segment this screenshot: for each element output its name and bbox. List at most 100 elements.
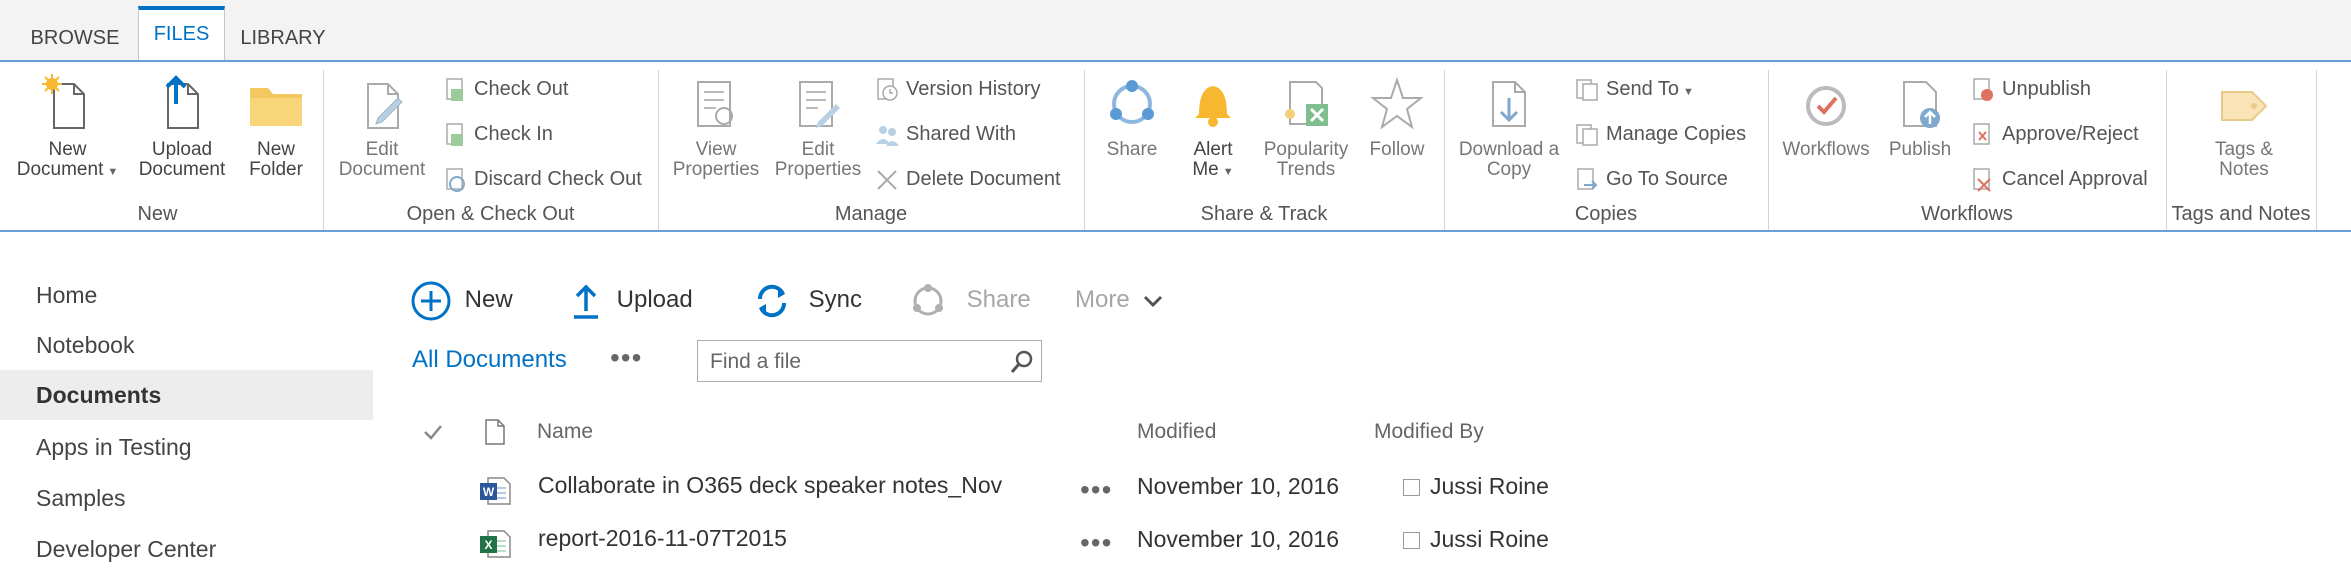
alert-me-button[interactable]: Alert Me ▼ [1178,74,1248,182]
row-ellipsis-menu[interactable]: ••• [1080,527,1112,559]
search-box [697,340,1042,382]
view-properties-label-2: Properties [672,159,760,180]
workflows-button[interactable]: Workflows [1776,74,1876,160]
unpublish-icon [1973,77,1993,101]
tags-notes-label-1: Tags & [2214,139,2274,160]
view-properties-icon [697,81,733,127]
manage-copies-label: Manage Copies [1606,123,1747,145]
tab-browse[interactable]: BROWSE [20,8,130,60]
chevron-down-icon: ▼ [1683,86,1694,98]
version-history-label: Version History [906,78,1041,100]
check-in-icon [446,122,463,146]
tags-notes-label-2: Notes [2219,159,2269,180]
check-out-icon [446,77,463,101]
upload-document-label-1: Upload [151,139,213,160]
manage-copies-button[interactable]: Manage Copies [1574,119,1746,149]
document-name-link[interactable]: Collaborate in O365 deck speaker notes_N… [538,472,1002,499]
excel-icon: X [480,530,511,558]
new-folder-label-1: New [256,139,295,160]
share-button[interactable]: Share [1094,74,1170,160]
tags-notes-button[interactable]: Tags & Notes [2196,74,2292,180]
discard-check-out-button[interactable]: Discard Check Out [442,164,642,194]
nav-item-notebook[interactable]: Notebook [0,320,373,370]
group-label-manage: Manage [834,203,908,225]
new-document-label-1: New [48,139,87,160]
document-name-link[interactable]: report-2016-11-07T2015 [538,525,787,552]
column-header-modified-by[interactable]: Modified By [1374,420,1484,444]
nav-item-samples[interactable]: Samples [0,473,373,523]
more-command-button[interactable]: More [1075,276,1164,324]
modified-date: November 10, 2016 [1137,473,1340,499]
modified-by-user[interactable]: Jussi Roine [1403,526,1549,553]
check-out-label: Check Out [474,78,569,100]
folder-icon [250,88,302,126]
file-type-icon [485,419,505,445]
popularity-trends-button[interactable]: Popularity Trends [1254,74,1358,180]
new-command-button[interactable]: New [410,276,513,324]
version-history-button[interactable]: Version History [874,74,1041,104]
edit-properties-icon [799,81,840,128]
tab-files[interactable]: FILES [138,6,225,60]
send-to-button[interactable]: Send To ▼ [1574,74,1694,104]
share-command-button[interactable]: Share [908,276,1031,324]
popularity-trends-label-2: Trends [1276,159,1336,180]
chevron-down-icon: ▼ [1222,166,1234,178]
share-label: Share [1106,139,1158,160]
view-all-documents[interactable]: All Documents [412,346,567,374]
download-copy-button[interactable]: Download a Copy [1452,74,1566,180]
shared-with-button[interactable]: Shared With [874,119,1016,149]
go-to-source-button[interactable]: Go To Source [1574,164,1728,194]
download-copy-icon [1492,81,1526,127]
select-all-checkmark-icon[interactable] [422,422,444,442]
row-ellipsis-menu[interactable]: ••• [1080,474,1112,506]
search-icon[interactable] [1009,349,1035,375]
new-folder-button[interactable]: New Folder [240,74,312,180]
group-label-tags-notes: Tags and Notes [2171,203,2311,225]
upload-document-label-2: Document [138,159,226,180]
nav-item-documents[interactable]: Documents [0,370,373,420]
ribbon-tab-strip: BROWSE FILES LIBRARY [0,0,2351,60]
view-properties-button[interactable]: View Properties [668,74,764,180]
view-options-ellipsis[interactable]: ••• [610,342,642,374]
bell-icon [1195,86,1231,127]
plus-circle-icon [411,281,451,321]
edit-document-button[interactable]: Edit Document [334,74,430,180]
ribbon-divider [0,230,2351,232]
upload-document-icon [165,75,199,129]
search-input[interactable] [708,348,992,376]
nav-item-developer-center[interactable]: Developer Center [0,524,373,574]
sync-command-label: Sync [808,286,863,313]
word-icon: W [480,477,511,505]
edit-properties-button[interactable]: Edit Properties [770,74,866,180]
modified-by-name: Jussi Roine [1430,526,1549,552]
upload-document-button[interactable]: Upload Document [132,74,232,180]
cancel-approval-button[interactable]: Cancel Approval [1970,164,2148,194]
new-document-button[interactable]: New Document ▼ [10,74,125,182]
check-out-button[interactable]: Check Out [442,74,568,104]
publish-button[interactable]: Publish [1882,74,1958,160]
group-label-copies: Copies [1574,203,1638,225]
column-header-modified[interactable]: Modified [1137,420,1216,444]
nav-item-apps-in-testing[interactable]: Apps in Testing [0,422,373,472]
delete-document-button[interactable]: Delete Document [874,164,1061,194]
upload-command-label: Upload [616,286,693,313]
go-to-source-icon [1577,167,1598,190]
download-copy-label-1: Download a [1458,139,1560,160]
check-in-label: Check In [474,123,553,145]
nav-item-home[interactable]: Home [0,270,373,320]
unpublish-button[interactable]: Unpublish [1970,74,2091,104]
modified-by-user[interactable]: Jussi Roine [1403,473,1549,500]
check-in-button[interactable]: Check In [442,119,553,149]
tab-library[interactable]: LIBRARY [228,8,338,60]
upload-command-button[interactable]: Upload [570,276,693,324]
group-separator [2316,70,2317,230]
popularity-trends-icon [1285,81,1328,126]
follow-button[interactable]: Follow [1364,74,1430,160]
workflows-icon [1806,86,1846,126]
edit-properties-label-1: Edit [801,139,835,160]
approve-reject-button[interactable]: Approve/Reject [1970,119,2139,149]
cancel-approval-label: Cancel Approval [2002,168,2148,190]
column-header-name[interactable]: Name [537,420,593,444]
edit-document-icon [367,83,403,129]
sync-command-button[interactable]: Sync [752,276,862,324]
